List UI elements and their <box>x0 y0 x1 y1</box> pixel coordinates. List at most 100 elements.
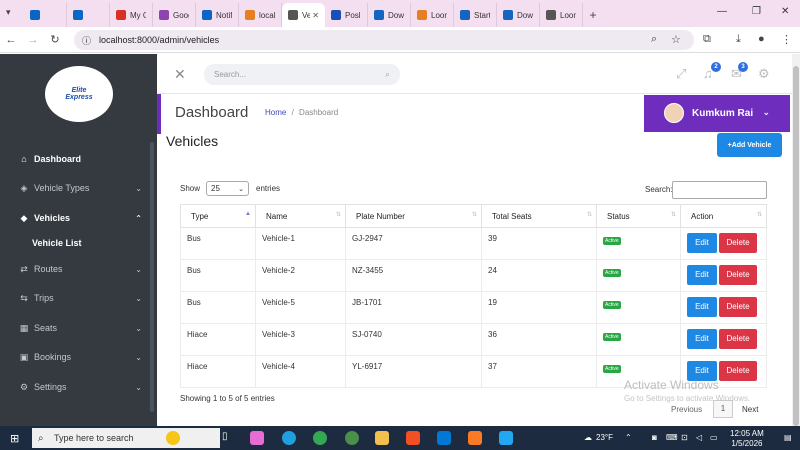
sidebar-scrollbar[interactable] <box>150 142 154 412</box>
clock[interactable]: 12:05 AM 1/5/2026 <box>730 429 764 449</box>
logo[interactable]: Elite Express <box>45 66 113 122</box>
tab-close-icon[interactable]: ✕ <box>312 11 319 20</box>
volume-icon[interactable]: ◁ <box>696 433 702 442</box>
column-header-seats[interactable]: Total Seats ⇅ <box>481 204 597 228</box>
pagination-next[interactable]: Next <box>742 405 758 414</box>
sidebar-item-trips[interactable]: ⇆ Trips ⌄ <box>0 288 150 308</box>
extensions-icon[interactable]: ⧉ <box>703 33 711 46</box>
cell-seats: 39 <box>481 227 597 260</box>
scrollbar-thumb[interactable] <box>793 66 799 426</box>
sidebar-item-routes[interactable]: ⇄ Routes ⌄ <box>0 259 150 279</box>
bookmark-star-icon[interactable]: ☆ <box>671 33 681 46</box>
page-size-select[interactable]: 25 ⌄ <box>206 181 249 196</box>
back-icon[interactable]: ← <box>0 34 22 46</box>
download-icon[interactable]: ⤓ <box>736 33 741 46</box>
edge-icon[interactable] <box>282 431 296 445</box>
url-field[interactable]: ⓘ localhost:8000/admin/vehicles <box>74 30 694 50</box>
weather-widget-icon[interactable] <box>166 431 180 445</box>
browser-tab[interactable]: Googl <box>153 3 196 27</box>
outlook-icon[interactable] <box>437 431 451 445</box>
zoom-icon[interactable]: ⌕ <box>651 33 657 46</box>
show-label: Show <box>180 184 201 193</box>
forward-icon[interactable]: → <box>22 34 44 46</box>
browser-tab[interactable]: Down <box>497 3 540 27</box>
browser-tab[interactable]: Start U <box>454 3 497 27</box>
restore-icon[interactable]: ❐ <box>752 6 761 17</box>
browser-tab[interactable]: Loom <box>411 3 454 27</box>
vscode-icon[interactable] <box>499 431 513 445</box>
sidebar-item-vehicle-types[interactable]: ◈ Vehicle Types ⌄ <box>0 178 150 198</box>
xampp-icon[interactable] <box>468 431 482 445</box>
fullscreen-icon[interactable]: ⤢ <box>676 66 686 82</box>
column-header-action[interactable]: Action ⇅ <box>680 204 767 228</box>
settings-gear-icon[interactable]: ⚙ <box>758 66 770 82</box>
edit-button[interactable]: Edit <box>687 329 717 349</box>
breadcrumb-separator: / <box>291 108 294 117</box>
site-info-icon[interactable]: ⓘ <box>82 34 91 47</box>
edit-button[interactable]: Edit <box>687 233 717 253</box>
delete-button[interactable]: Delete <box>719 361 757 381</box>
chrome-active-icon[interactable] <box>345 431 359 445</box>
breadcrumb-home[interactable]: Home <box>265 108 286 117</box>
weather-temp[interactable]: 23°F <box>596 433 613 442</box>
minimize-icon[interactable]: — <box>717 6 727 17</box>
menu-icon[interactable]: ⋮ <box>781 33 792 46</box>
add-vehicle-button[interactable]: +Add Vehicle <box>717 133 782 157</box>
column-header-status[interactable]: Status ⇅ <box>596 204 681 228</box>
chevron-down-icon: ⌄ <box>135 323 142 333</box>
column-header-plate[interactable]: Plate Number ⇅ <box>345 204 482 228</box>
sidebar-item-settings[interactable]: ⚙ Settings ⌄ <box>0 377 150 397</box>
content-title: Vehicles <box>166 133 219 149</box>
column-header-type[interactable]: Type ▲ <box>180 204 256 228</box>
sidebar-item-vehicles[interactable]: ◆ Vehicles ⌃ <box>0 208 150 228</box>
browser-tab[interactable] <box>67 3 110 27</box>
delete-button[interactable]: Delete <box>719 233 757 253</box>
browser-tab[interactable]: My Ch <box>110 3 153 27</box>
tab-search-icon[interactable]: ▾ <box>6 7 11 18</box>
close-icon[interactable]: ✕ <box>174 66 186 83</box>
store-icon[interactable] <box>406 431 420 445</box>
network-icon[interactable]: ⊡ <box>681 433 688 442</box>
taskbar-search-input[interactable]: ⌕ Type here to search <box>32 428 220 448</box>
profile-icon[interactable]: ● <box>758 33 765 45</box>
delete-button[interactable]: Delete <box>719 297 757 317</box>
sidebar-item-seats[interactable]: ▦ Seats ⌄ <box>0 318 150 338</box>
file-explorer-icon[interactable] <box>375 431 389 445</box>
page-scrollbar[interactable] <box>792 54 800 426</box>
chevron-up-icon[interactable]: ⌃ <box>625 433 632 442</box>
copilot-icon[interactable] <box>250 431 264 445</box>
browser-tab[interactable] <box>24 3 67 27</box>
search-input[interactable]: Search... ⌕ <box>204 64 400 85</box>
notifications-icon[interactable]: ▤ <box>784 433 792 442</box>
browser-tab[interactable]: Notifi <box>196 3 239 27</box>
battery-icon[interactable]: ▭ <box>710 433 718 442</box>
pagination-previous[interactable]: Previous <box>671 405 702 414</box>
keyboard-icon[interactable]: ⌨ <box>666 433 678 442</box>
table-search-input[interactable] <box>672 181 767 199</box>
cell-type: Hiace <box>180 323 256 356</box>
delete-button[interactable]: Delete <box>719 265 757 285</box>
reload-icon[interactable]: ↻ <box>44 33 66 46</box>
delete-button[interactable]: Delete <box>719 329 757 349</box>
new-tab-button[interactable]: + <box>583 3 603 27</box>
windows-start-icon[interactable]: ⊞ <box>10 432 19 445</box>
browser-tabbar: ▾ My ChGooglNotifilocalhVe✕PoslaDownLoom… <box>0 0 800 27</box>
browser-tab[interactable]: Loom <box>540 3 583 27</box>
tray-app-icon[interactable]: ◙ <box>652 433 657 442</box>
browser-tab[interactable]: Ve ✕ <box>282 3 325 27</box>
browser-tab[interactable]: Down <box>368 3 411 27</box>
browser-tab[interactable]: localh <box>239 3 282 27</box>
close-window-icon[interactable]: ✕ <box>781 6 789 17</box>
sidebar-item-dashboard[interactable]: ⌂ Dashboard <box>0 149 150 169</box>
tab-title: Start U <box>474 10 490 20</box>
sidebar-subitem-vehicle-list[interactable]: Vehicle List <box>32 238 82 248</box>
user-menu[interactable]: Kumkum Rai ⌄ <box>644 95 790 132</box>
chrome-icon[interactable] <box>313 431 327 445</box>
column-header-name[interactable]: Name ⇅ <box>255 204 346 228</box>
task-view-icon[interactable]: ▯ <box>222 431 236 445</box>
browser-tab[interactable]: Posla <box>325 3 368 27</box>
edit-button[interactable]: Edit <box>687 265 717 285</box>
edit-button[interactable]: Edit <box>687 297 717 317</box>
sort-icon: ⇅ <box>335 212 341 218</box>
sidebar-item-bookings[interactable]: ▣ Bookings ⌄ <box>0 347 150 367</box>
